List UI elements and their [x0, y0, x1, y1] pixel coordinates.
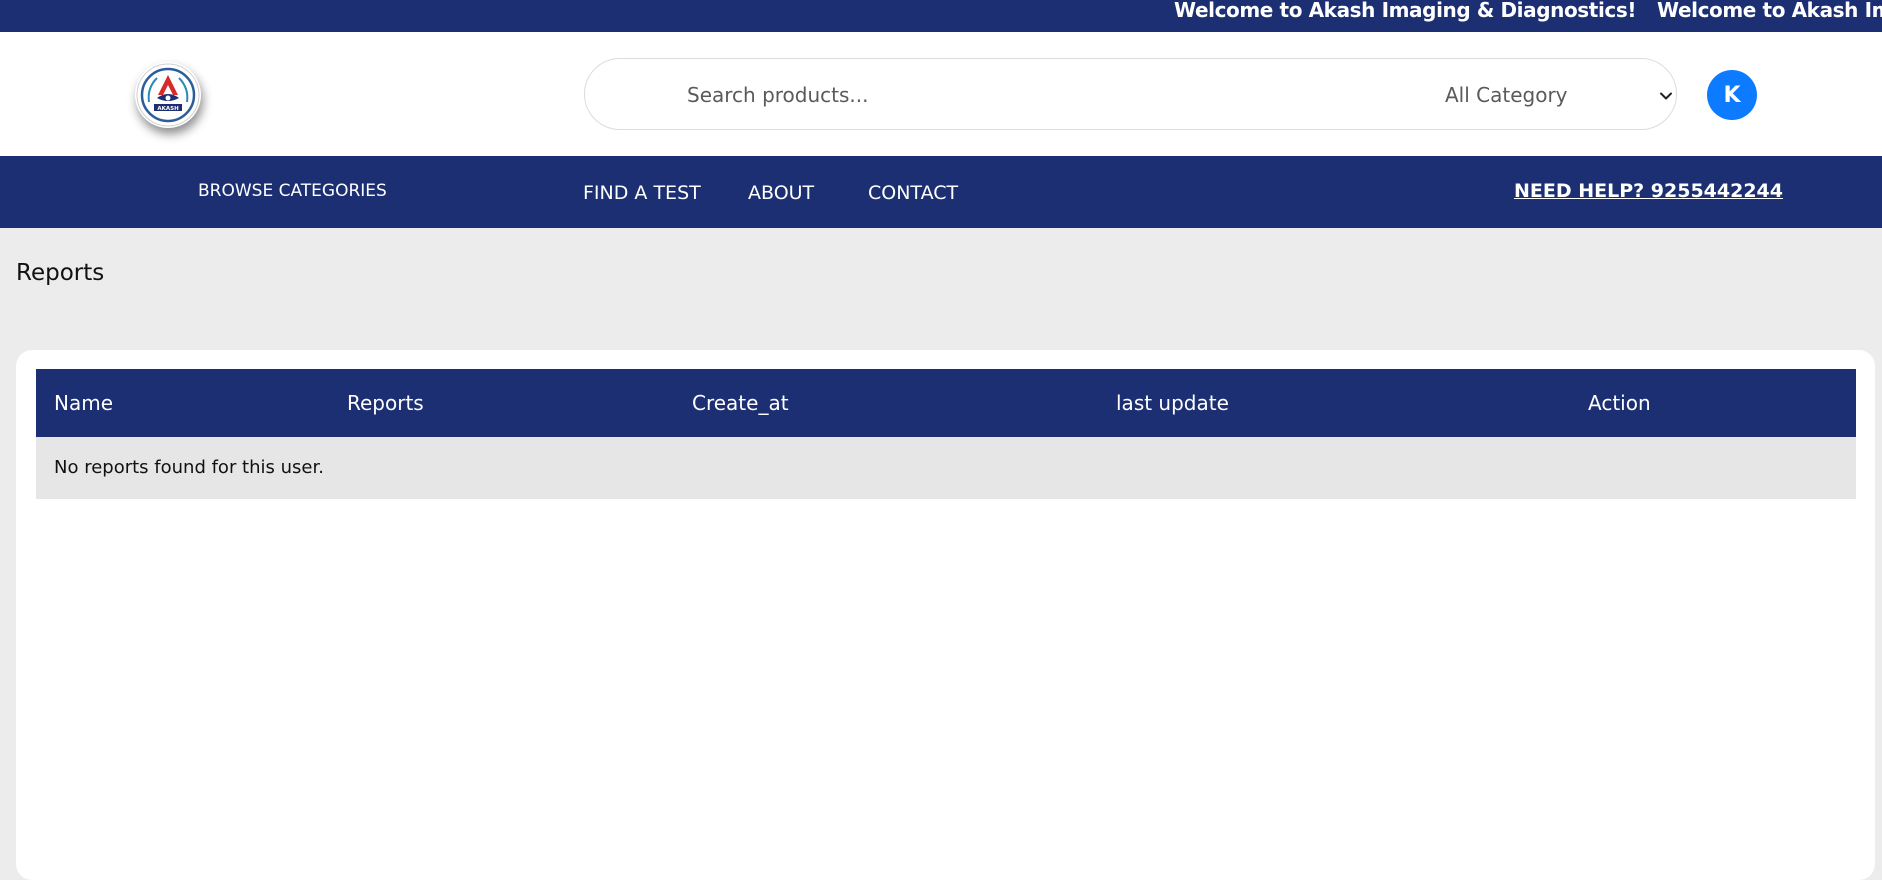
- reports-card: Name Reports Create_at last update Actio…: [16, 350, 1875, 880]
- announcement-bar: Welcome to Akash Imaging & Diagnostics! …: [0, 0, 1882, 32]
- column-header-create-at: Create_at: [692, 391, 789, 415]
- category-select-value: All Category: [1445, 83, 1568, 107]
- column-header-reports: Reports: [347, 391, 424, 415]
- reports-table: Name Reports Create_at last update Actio…: [36, 369, 1856, 499]
- table-header: Name Reports Create_at last update Actio…: [36, 369, 1856, 437]
- category-select[interactable]: All Category: [1445, 79, 1672, 111]
- page-title: Reports: [16, 260, 105, 286]
- search-input[interactable]: [685, 77, 1325, 113]
- main-nav: BROWSE CATEGORIES FIND A TEST ABOUT CONT…: [0, 156, 1882, 228]
- logo-text: AKASH: [157, 106, 179, 112]
- user-avatar[interactable]: K: [1707, 70, 1757, 120]
- column-header-name: Name: [54, 391, 114, 415]
- nav-item-contact[interactable]: CONTACT: [868, 156, 958, 228]
- nav-item-about[interactable]: ABOUT: [748, 156, 814, 228]
- chevron-down-icon: [1660, 92, 1672, 100]
- empty-state-message: No reports found for this user.: [54, 457, 324, 478]
- site-logo[interactable]: AKASH: [135, 62, 201, 128]
- search-bar: All Category: [584, 58, 1677, 130]
- browse-categories-button[interactable]: BROWSE CATEGORIES: [198, 156, 387, 228]
- site-header: AKASH All Category K: [0, 32, 1882, 156]
- help-phone-link[interactable]: NEED HELP? 9255442244: [1514, 156, 1783, 228]
- announcement-text: Welcome to Akash Imaging & Diagnostics!: [1174, 0, 1637, 22]
- announcement-text-repeat: Welcome to Akash Im: [1657, 0, 1882, 22]
- column-header-action: Action: [1588, 391, 1651, 415]
- nav-item-find-a-test[interactable]: FIND A TEST: [583, 156, 701, 228]
- column-header-last-update: last update: [1116, 391, 1229, 415]
- table-row-empty: No reports found for this user.: [36, 437, 1856, 499]
- akash-logo-icon: AKASH: [136, 63, 200, 127]
